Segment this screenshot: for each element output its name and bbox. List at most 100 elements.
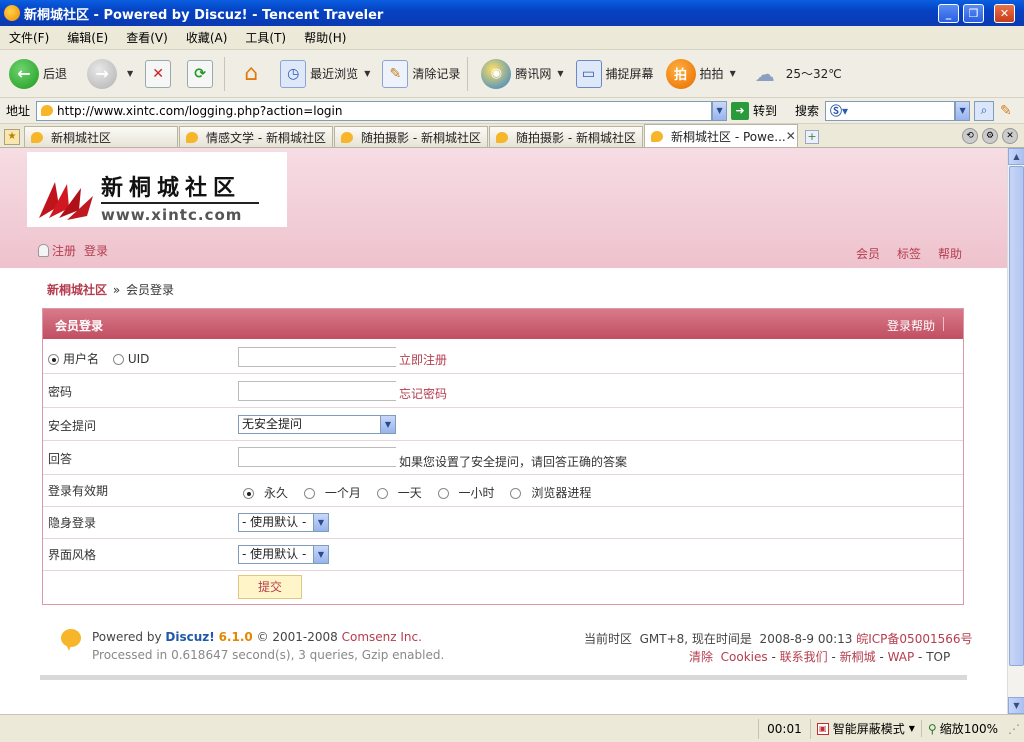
zoom-label: 缩放100% [939,722,998,736]
close-button[interactable]: ✕ [994,4,1015,23]
discuz-link[interactable]: Discuz! [165,630,214,644]
search-label: 搜索 [795,104,820,118]
weather-widget[interactable]: ☁ 25～32℃ [745,54,845,94]
paipai-icon: 拍 [665,58,696,89]
scroll-up-icon[interactable]: ▲ [1008,148,1024,165]
wap-link[interactable]: WAP [888,650,915,664]
forward-button[interactable]: → ▼ [84,54,136,94]
shield-icon: ▣ [816,722,829,735]
invisible-login-label: 隐身登录 [48,516,97,530]
validity-session-radio[interactable] [510,488,522,499]
zoom-button[interactable]: ⚲ 缩放100% [920,720,1004,737]
invisible-login-select[interactable]: - 使用默认 - ▼ [238,513,329,532]
capture-button[interactable]: ▭ 捕捉屏幕 [573,54,657,94]
menu-help[interactable]: 帮助(H) [295,29,355,46]
tab-tools-icon[interactable]: ⚙ [982,128,998,144]
toolbar: ← 后退 → ▼ ✕ ⟳ ⌂ ◷ 最近浏览 ▼ ✎ 清除记录 ◉ 腾讯网 ▼ ▭… [0,50,1024,98]
top-link[interactable]: TOP [926,650,950,664]
form-header: 会员登录 登录帮助 [43,309,963,339]
tags-link[interactable]: 标签 [897,245,921,262]
register-link[interactable]: 注册 [52,242,76,259]
login-help-link[interactable]: 登录帮助 [887,317,935,334]
tencent-button[interactable]: ◉ 腾讯网 ▼ [478,54,566,94]
search-engine-icon[interactable]: Ⓢ▾ [830,102,848,119]
validity-hour-radio[interactable] [437,488,449,499]
block-mode-button[interactable]: ▣ 智能屏蔽模式 ▼ [811,720,921,737]
uid-radio[interactable] [112,354,124,365]
paipai-button[interactable]: 拍 拍拍 ▼ [663,54,739,94]
new-tab-icon[interactable]: + [805,130,819,144]
url-input[interactable]: http://www.xintc.com/logging.php?action=… [36,100,713,121]
interface-style-select[interactable]: - 使用默认 - ▼ [238,545,329,564]
icp-link[interactable]: 皖ICP备05001566号 [856,632,972,646]
pen-icon[interactable]: ✎ [1000,103,1012,119]
answer-input[interactable] [238,447,396,467]
capture-label: 捕捉屏幕 [605,67,654,81]
go-button[interactable]: ➜ 转到 [731,101,777,120]
title-bar: 新桐城社区 - Powered by Discuz! - Tencent Tra… [0,0,1024,26]
scroll-thumb[interactable] [1009,166,1024,666]
invisible-login-row: 隐身登录 - 使用默认 - ▼ [43,507,963,539]
home-link[interactable]: 新桐城 [840,650,876,664]
url-dropdown-icon[interactable]: ▼ [712,100,728,121]
comsenz-link[interactable]: Comsenz Inc. [342,630,422,644]
forgot-password-link[interactable]: 忘记密码 [399,385,447,402]
zoom-icon: ⚲ [927,721,937,736]
tab-close-icon[interactable]: ✕ [786,129,796,143]
scroll-down-icon[interactable]: ▼ [1008,697,1024,714]
search-icon[interactable]: ⌕ [974,100,995,121]
chevron-down-icon[interactable]: ▼ [730,69,736,78]
menu-view[interactable]: 查看(V) [117,29,177,46]
stop-button[interactable]: ✕ [142,54,178,94]
clear-history-button[interactable]: ✎ 清除记录 [379,54,463,94]
site-logo[interactable]: 新桐城社区 www.xintc.com [27,152,287,227]
refresh-button[interactable]: ⟳ [184,54,220,94]
resize-grip-icon[interactable]: ⋰ [1004,722,1024,736]
tab-4[interactable]: 随拍摄影 - 新桐城社区 [489,126,643,147]
recent-button[interactable]: ◷ 最近浏览 ▼ [277,54,373,94]
favorites-icon[interactable]: ★ [4,129,20,145]
help-link[interactable]: 帮助 [938,245,962,262]
menu-edit[interactable]: 编辑(E) [58,29,117,46]
tab-history-icon[interactable]: ⟲ [962,128,978,144]
submit-button[interactable]: 提交 [238,575,302,599]
tab-1[interactable]: 新桐城社区 [24,126,178,147]
breadcrumb-home-link[interactable]: 新桐城社区 [47,283,107,297]
login-link[interactable]: 登录 [84,242,108,259]
username-input[interactable] [238,347,396,367]
clear-cookies-link[interactable]: 清除 Cookies [689,650,768,664]
tab-3[interactable]: 随拍摄影 - 新桐城社区 [334,126,488,147]
contact-link[interactable]: 联系我们 [780,650,828,664]
back-button[interactable]: ← 后退 [6,54,70,94]
tencent-icon: ◉ [481,58,512,89]
close-all-tabs-icon[interactable]: ✕ [1002,128,1018,144]
search-input[interactable]: Ⓢ▾ [825,100,956,121]
security-question-select[interactable]: 无安全提问 ▼ [238,415,396,434]
username-radio[interactable] [48,354,59,365]
register-now-link[interactable]: 立即注册 [399,351,447,368]
menu-favorites[interactable]: 收藏(A) [177,29,237,46]
validity-forever-radio[interactable] [243,488,254,499]
chevron-down-icon: ▼ [313,546,328,563]
chevron-down-icon[interactable]: ▼ [127,69,133,78]
tab-5-active[interactable]: 新桐城社区 - Powe... ✕ [644,124,798,147]
validity-day-radio[interactable] [376,488,388,499]
home-button[interactable]: ⌂ [235,54,271,94]
menu-file[interactable]: 文件(F) [0,29,58,46]
tab-2[interactable]: 情感文学 - 新桐城社区 [179,126,333,147]
search-dropdown-icon[interactable]: ▼ [955,100,971,121]
menu-tools[interactable]: 工具(T) [236,29,295,46]
chevron-down-icon[interactable]: ▼ [557,69,563,78]
members-link[interactable]: 会员 [856,245,880,262]
password-input[interactable] [238,381,396,401]
status-time: 00:01 [758,718,811,739]
restore-button[interactable]: ❐ [963,4,984,23]
discuz-bulb-icon [61,629,81,651]
minimize-button[interactable]: _ [938,4,959,23]
breadcrumb-current: 会员登录 [126,283,175,297]
chevron-down-icon[interactable]: ▼ [364,69,370,78]
validity-month-radio[interactable] [303,488,315,499]
login-validity-label: 登录有效期 [48,484,109,498]
invisible-login-value: - 使用默认 - [242,515,307,529]
vertical-scrollbar[interactable]: ▲ ▼ [1007,148,1024,714]
